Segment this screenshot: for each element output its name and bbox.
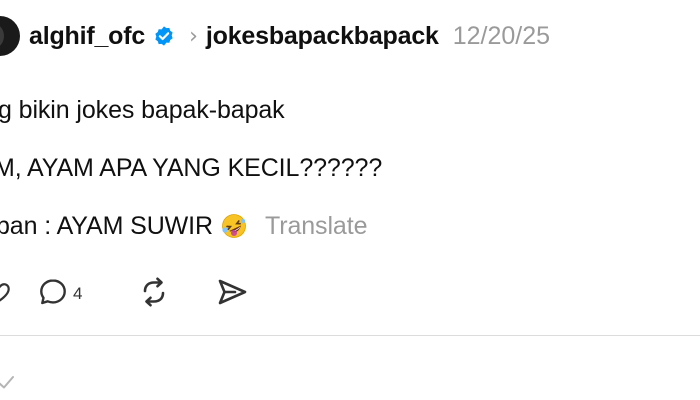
post-divider [0, 335, 700, 336]
repost-button[interactable] [137, 274, 171, 314]
chevron-right-icon: › [189, 23, 198, 49]
post-text-line-1: g bikin jokes bapak-bapak [0, 96, 285, 124]
avatar[interactable] [0, 16, 20, 56]
check-icon [0, 372, 16, 397]
thread-post: alghif_ofc › jokesbapackbapack 12/20/25 … [0, 0, 700, 400]
post-text-line-3: ban : AYAM SUWIR Translate [0, 212, 367, 241]
post-header: alghif_ofc › jokesbapackbapack 12/20/25 [29, 14, 550, 58]
username-link[interactable]: alghif_ofc [29, 22, 145, 51]
post-timestamp[interactable]: 12/20/25 [453, 22, 550, 51]
send-icon [215, 275, 249, 314]
comment-bubble-icon [37, 276, 69, 313]
rofl-emoji-icon [221, 213, 247, 239]
like-button[interactable] [0, 274, 12, 314]
translate-button[interactable]: Translate [265, 212, 367, 240]
share-button[interactable] [215, 274, 249, 314]
repost-icon [137, 275, 171, 314]
reply-count: 4 [73, 284, 83, 303]
post-text-line-2: M, AYAM APA YANG KECIL?????? [0, 154, 383, 182]
reply-button[interactable]: 4 [37, 274, 82, 314]
community-link[interactable]: jokesbapackbapack [206, 22, 439, 51]
heart-icon [0, 279, 12, 310]
verified-badge-icon [153, 25, 175, 47]
post-text-line-3-text: ban : AYAM SUWIR [0, 212, 213, 240]
